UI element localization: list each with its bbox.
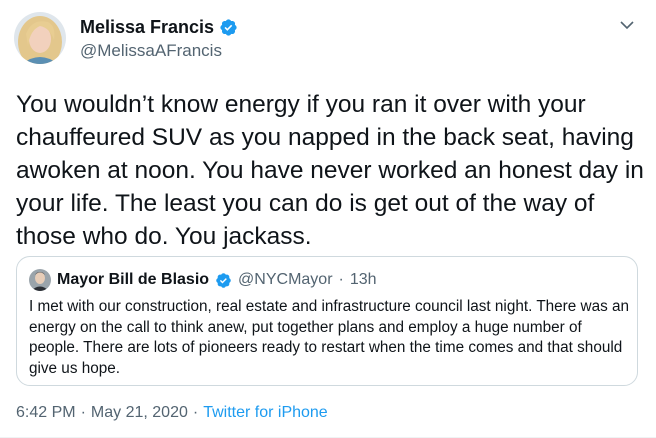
quote-author-handle: @NYCMayor <box>238 271 333 288</box>
quote-separator: · <box>338 271 344 288</box>
tweet-time[interactable]: 6:42 PM <box>16 404 76 422</box>
tweet-date[interactable]: May 21, 2020 <box>91 404 188 422</box>
tweet-meta: 6:42 PM · May 21, 2020 · Twitter for iPh… <box>16 404 328 422</box>
verified-badge-icon <box>219 18 238 37</box>
chevron-down-icon[interactable] <box>616 14 638 36</box>
author-info: Melissa Francis @MelissaAFrancis <box>80 16 238 61</box>
quote-avatar <box>29 269 51 291</box>
quote-author-name: Mayor Bill de Blasio <box>57 271 210 288</box>
author-avatar[interactable] <box>14 12 66 64</box>
verified-badge-icon <box>215 272 232 289</box>
author-name[interactable]: Melissa Francis <box>80 17 214 38</box>
tweet-source-link[interactable]: Twitter for iPhone <box>203 404 328 422</box>
meta-separator: · <box>80 404 86 421</box>
quote-time: 13h <box>349 271 377 288</box>
tweet-text: You wouldn’t know energy if you ran it o… <box>16 91 644 250</box>
quote-text: I met with our construction, real estate… <box>29 298 629 377</box>
quoted-tweet[interactable]: Mayor Bill de Blasio @NYCMayor · 13h I m… <box>16 256 638 386</box>
quote-header: Mayor Bill de Blasio @NYCMayor · 13h <box>29 269 377 291</box>
author-handle[interactable]: @MelissaAFrancis <box>80 41 238 61</box>
meta-separator: · <box>192 404 199 421</box>
author-name-row: Melissa Francis <box>80 16 238 38</box>
